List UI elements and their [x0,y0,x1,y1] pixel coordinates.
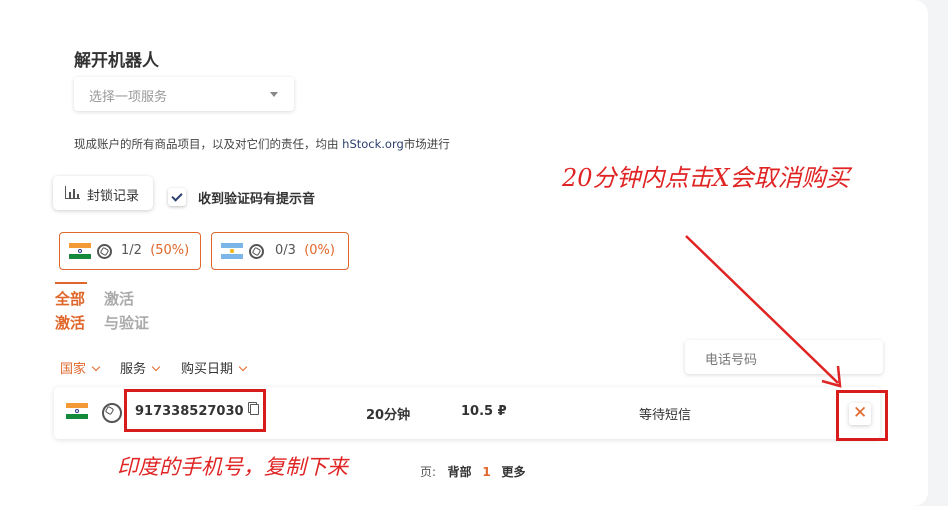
order-price: 10.5 ₽ [461,404,507,419]
india-flag-icon [69,243,91,259]
phone-search-input[interactable]: 电话号码 [685,340,883,374]
filter-country-label: 国家 [60,362,87,377]
filter-service-label: 服务 [120,362,147,377]
order-duration: 20分钟 [366,408,411,423]
stat-count: 1/2 [121,243,142,258]
india-flag-icon [66,403,88,419]
highlight-phone-box [124,389,266,432]
filter-service[interactable]: 服务 [120,358,161,377]
sound-checkbox[interactable] [168,188,186,206]
notice-suffix: 市场进行 [403,137,450,151]
filter-purchase-date-label: 购买日期 [181,362,234,377]
argentina-flag-icon [221,243,243,259]
annotation-copy-note: 印度的手机号，复制下来 [117,455,348,479]
pagination-prev[interactable]: 背部 [448,465,472,479]
filter-country[interactable]: 国家 [60,358,101,377]
responsibility-notice: 现成账户的所有商品项目，以及对它们的责任，均由 hStock.org市场进行 [74,136,450,152]
stat-percent: (50%) [150,243,190,258]
pagination-next[interactable]: 更多 [502,465,526,479]
stat-percent: (0%) [304,243,335,258]
tab-all-active[interactable]: 全部 激活 [55,282,88,335]
pagination-label: 页: [420,465,437,479]
openai-icon [102,403,122,423]
stat-argentina[interactable]: 0/3 (0%) [211,232,349,270]
phone-search-placeholder: 电话号码 [705,353,758,368]
bar-chart-icon [65,186,80,199]
stat-count: 0/3 [275,243,296,258]
openai-icon [97,244,112,259]
openai-icon [249,244,264,259]
stat-india[interactable]: 1/2 (50%) [59,232,201,270]
pagination: 页: 背部 1 更多 [420,463,526,480]
annotation-cancel-note: 20分钟内点击X会取消购买 [562,164,850,192]
hstock-link[interactable]: hStock.org [342,137,404,151]
notice-prefix: 现成账户的所有商品项目，以及对它们的责任，均由 [74,137,343,151]
sound-checkbox-label: 收到验证码有提示音 [198,192,316,207]
pagination-current[interactable]: 1 [482,465,490,479]
highlight-cancel-box [836,390,888,441]
chevron-down-icon [238,362,248,372]
order-status: 等待短信 [639,408,692,423]
section-title: 解开机器人 [74,51,159,71]
block-log-button[interactable]: 封锁记录 [53,176,153,210]
filter-purchase-date[interactable]: 购买日期 [181,358,248,377]
block-log-label: 封锁记录 [87,189,140,204]
service-select[interactable]: 选择一项服务 [74,77,294,111]
tab-active-verified[interactable]: 激活 与验证 [104,287,149,335]
service-select-placeholder: 选择一项服务 [89,90,168,105]
caret-down-icon [270,92,278,97]
chevron-down-icon [151,362,161,372]
chevron-down-icon [91,362,101,372]
